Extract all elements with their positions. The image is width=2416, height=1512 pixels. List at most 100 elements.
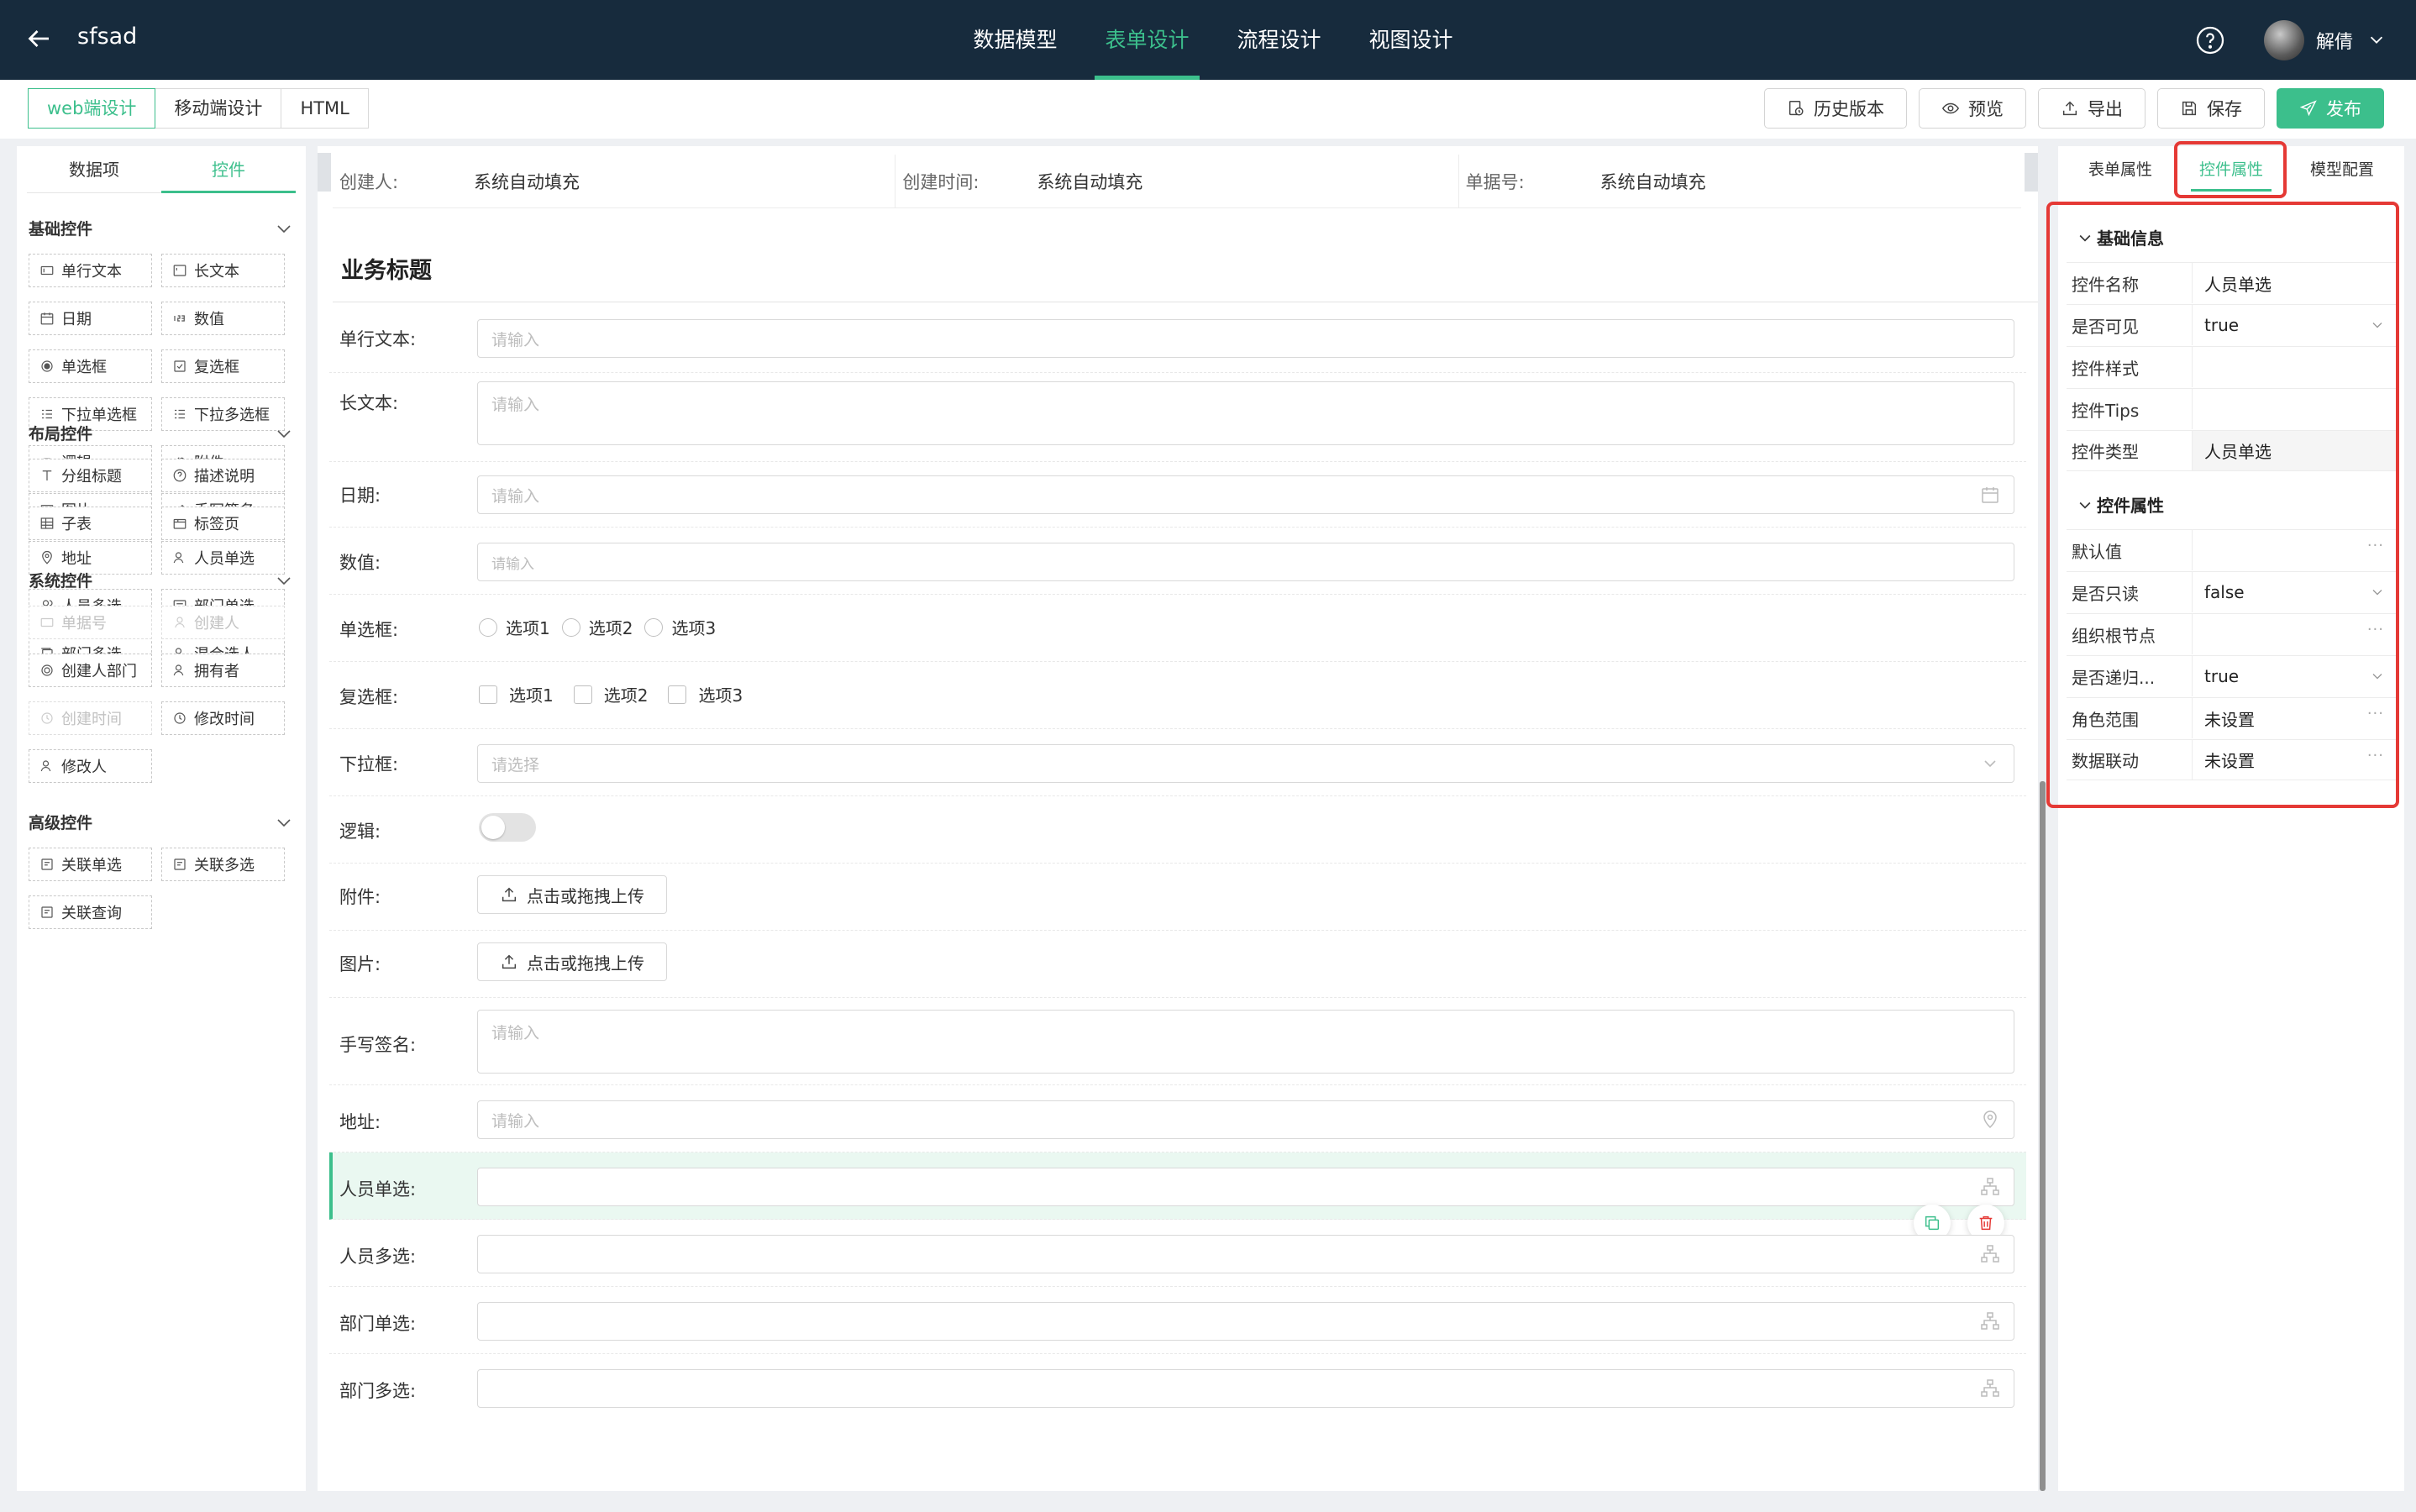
single-text-input[interactable]: 请输入 bbox=[477, 319, 2014, 358]
person-single-input[interactable] bbox=[477, 1168, 2014, 1206]
checkbox-box[interactable] bbox=[573, 685, 592, 704]
nav-tab-flow-design[interactable]: 流程设计 bbox=[1213, 0, 1345, 80]
checkbox-option[interactable]: 选项3 bbox=[668, 682, 743, 706]
nav-tab-view-design[interactable]: 视图设计 bbox=[1345, 0, 1477, 80]
section-header[interactable]: 控件属性 bbox=[2077, 492, 2164, 517]
section-header[interactable]: 基础信息 bbox=[2077, 225, 2164, 249]
checkbox-option[interactable]: 选项1 bbox=[479, 682, 554, 706]
property-value[interactable] bbox=[2193, 389, 2396, 429]
logic-switch[interactable] bbox=[479, 813, 536, 842]
field-date[interactable]: 日期: 请输入 bbox=[329, 462, 2026, 528]
field-checkbox[interactable]: 复选框: 选项1 选项2 选项3 bbox=[329, 662, 2026, 729]
radio-circle[interactable] bbox=[479, 617, 497, 637]
palette-control[interactable]: 关联单选 bbox=[29, 848, 152, 881]
palette-control[interactable]: 数值 bbox=[161, 302, 285, 335]
number-input[interactable]: 请输入 bbox=[477, 543, 2014, 581]
palette-control[interactable]: 长文本 bbox=[161, 254, 285, 287]
field-dropdown[interactable]: 下拉框: 请选择 bbox=[329, 729, 2026, 796]
preview-button[interactable]: 预览 bbox=[1919, 88, 2026, 129]
export-button[interactable]: 导出 bbox=[2038, 88, 2146, 129]
chevron-down-icon[interactable] bbox=[2367, 30, 2386, 49]
group-header-basic[interactable]: 基础控件 bbox=[29, 217, 294, 242]
nav-tab-data-model[interactable]: 数据模型 bbox=[949, 0, 1081, 80]
tab-controls[interactable]: 控件 bbox=[161, 146, 296, 193]
radio-option[interactable]: 选项1 bbox=[479, 615, 550, 639]
field-dept-single[interactable]: 部门单选: bbox=[329, 1287, 2026, 1354]
palette-control[interactable]: 创建人部门 bbox=[29, 654, 152, 687]
palette-control[interactable]: 单选框 bbox=[29, 349, 152, 383]
property-value[interactable]: 人员单选 bbox=[2193, 263, 2396, 303]
chevron-down-icon[interactable] bbox=[2369, 317, 2386, 333]
more-options-icon[interactable]: ··· bbox=[2367, 621, 2384, 638]
canvas-scrollbar[interactable] bbox=[2040, 781, 2046, 1491]
signature-input[interactable]: 请输入 bbox=[477, 1010, 2014, 1074]
property-value[interactable] bbox=[2193, 347, 2396, 387]
palette-control[interactable]: 单行文本 bbox=[29, 254, 152, 287]
field-logic[interactable]: 逻辑: bbox=[329, 796, 2026, 864]
back-arrow-icon[interactable] bbox=[24, 24, 54, 54]
tab-model-config[interactable]: 模型配置 bbox=[2287, 146, 2398, 193]
group-header-layout[interactable]: 布局控件 bbox=[29, 422, 294, 447]
field-attachment[interactable]: 附件: 点击或拖拽上传 bbox=[329, 864, 2026, 931]
palette-control[interactable]: 修改时间 bbox=[161, 701, 285, 735]
field-signature[interactable]: 手写签名: 请输入 bbox=[329, 998, 2026, 1085]
checkbox-box[interactable] bbox=[668, 685, 687, 704]
palette-control[interactable]: 修改人 bbox=[29, 749, 152, 783]
chevron-down-icon[interactable] bbox=[274, 423, 294, 444]
more-options-icon[interactable]: ··· bbox=[2367, 747, 2384, 764]
field-long-text[interactable]: 长文本: 请输入 bbox=[329, 373, 2026, 462]
more-options-icon[interactable]: ··· bbox=[2367, 705, 2384, 722]
dept-multi-input[interactable] bbox=[477, 1369, 2014, 1408]
palette-control[interactable]: 日期 bbox=[29, 302, 152, 335]
field-dept-multi[interactable]: 部门多选: bbox=[329, 1354, 2026, 1421]
field-image[interactable]: 图片: 点击或拖拽上传 bbox=[329, 931, 2026, 998]
chevron-down-icon[interactable] bbox=[274, 570, 294, 591]
field-address[interactable]: 地址: 请输入 bbox=[329, 1085, 2026, 1152]
radio-circle[interactable] bbox=[561, 617, 580, 637]
help-icon[interactable] bbox=[2195, 25, 2225, 55]
image-upload-button[interactable]: 点击或拖拽上传 bbox=[477, 942, 667, 981]
checkbox-box[interactable] bbox=[479, 685, 497, 704]
publish-button[interactable]: 发布 bbox=[2277, 88, 2384, 129]
dropdown-select[interactable]: 请选择 bbox=[477, 744, 2014, 783]
save-button[interactable]: 保存 bbox=[2157, 88, 2265, 129]
mode-tab-mobile[interactable]: 移动端设计 bbox=[155, 88, 282, 129]
group-header-advanced[interactable]: 高级控件 bbox=[29, 811, 294, 836]
palette-control[interactable]: 关联多选 bbox=[161, 848, 285, 881]
property-value[interactable]: true bbox=[2193, 656, 2396, 696]
radio-option[interactable]: 选项2 bbox=[561, 615, 633, 639]
property-value[interactable]: 未设置 ··· bbox=[2193, 698, 2396, 738]
field-number[interactable]: 数值: 请输入 bbox=[329, 528, 2026, 595]
property-value[interactable]: true bbox=[2193, 305, 2396, 345]
dept-single-input[interactable] bbox=[477, 1302, 2014, 1341]
palette-control[interactable]: 子表 bbox=[29, 507, 152, 540]
group-header-system[interactable]: 系统控件 bbox=[29, 569, 294, 594]
tab-form-properties[interactable]: 表单属性 bbox=[2065, 146, 2176, 193]
history-button[interactable]: 历史版本 bbox=[1764, 88, 1907, 129]
property-value[interactable]: false bbox=[2193, 572, 2396, 612]
collapse-left-handle[interactable] bbox=[318, 153, 331, 192]
property-value[interactable]: ··· bbox=[2193, 530, 2396, 570]
tab-control-properties[interactable]: 控件属性 bbox=[2176, 146, 2287, 193]
palette-control[interactable]: 标签页 bbox=[161, 507, 285, 540]
mode-tab-html[interactable]: HTML bbox=[281, 88, 369, 129]
chevron-down-icon[interactable] bbox=[2369, 668, 2386, 685]
property-value[interactable]: 未设置 ··· bbox=[2193, 740, 2396, 780]
checkbox-option[interactable]: 选项2 bbox=[573, 682, 648, 706]
field-person-multi[interactable]: 人员多选: bbox=[329, 1220, 2026, 1287]
chevron-down-icon[interactable] bbox=[274, 812, 294, 832]
palette-control[interactable]: 关联查询 bbox=[29, 895, 152, 929]
field-person-single[interactable]: 人员单选: bbox=[329, 1152, 2026, 1220]
palette-control[interactable]: 拥有者 bbox=[161, 654, 285, 687]
tab-data-items[interactable]: 数据项 bbox=[27, 146, 161, 192]
chevron-down-icon[interactable] bbox=[274, 218, 294, 239]
user-avatar[interactable] bbox=[2264, 20, 2304, 60]
person-multi-input[interactable] bbox=[477, 1235, 2014, 1273]
attachment-upload-button[interactable]: 点击或拖拽上传 bbox=[477, 875, 667, 914]
chevron-down-icon[interactable] bbox=[2369, 584, 2386, 601]
palette-control[interactable]: 描述说明 bbox=[161, 459, 285, 492]
more-options-icon[interactable]: ··· bbox=[2367, 537, 2384, 554]
field-radio[interactable]: 单选框: 选项1 选项2 选项3 bbox=[329, 595, 2026, 662]
long-text-input[interactable]: 请输入 bbox=[477, 381, 2014, 445]
field-single-text[interactable]: 单行文本: 请输入 bbox=[329, 306, 2026, 373]
